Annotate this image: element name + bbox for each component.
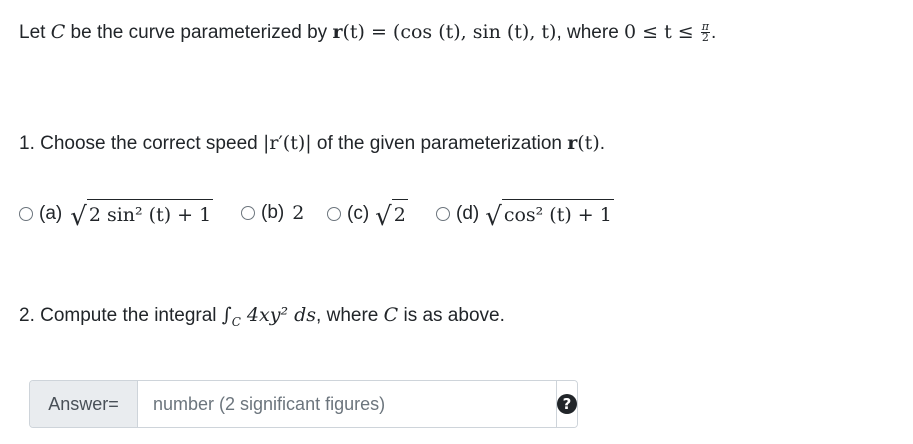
answer-input[interactable] <box>138 381 557 427</box>
answer-label: Answer= <box>30 381 138 427</box>
option-b[interactable]: (b) 2 <box>241 199 304 227</box>
option-c[interactable]: (c) √ 2 <box>327 199 408 230</box>
sqrt-expression: √ 2 <box>375 199 408 230</box>
answer-input-group: Answer= ? <box>29 380 578 428</box>
radio-option-b[interactable] <box>241 206 255 220</box>
question-1: 1. Choose the correct speed |r′(t)| of t… <box>19 132 606 154</box>
sqrt-expression: √ 2 sin² (t) + 1 <box>70 199 214 230</box>
pi-over-two: π2 <box>700 20 711 45</box>
option-d[interactable]: (d) √ cos² (t) + 1 <box>436 199 614 230</box>
radio-option-a[interactable] <box>19 207 33 221</box>
help-button[interactable]: ? <box>557 381 577 427</box>
option-a[interactable]: (a) √ 2 sin² (t) + 1 <box>19 199 214 230</box>
sqrt-expression: √ cos² (t) + 1 <box>485 199 614 230</box>
radio-option-c[interactable] <box>327 207 341 221</box>
question-2: 2. Compute the integral ∫C 4xy² ds, wher… <box>19 304 505 329</box>
problem-intro: Let C be the curve parameterized by r(t)… <box>19 20 717 45</box>
radio-option-d[interactable] <box>436 207 450 221</box>
question-mark-icon[interactable]: ? <box>557 394 577 414</box>
